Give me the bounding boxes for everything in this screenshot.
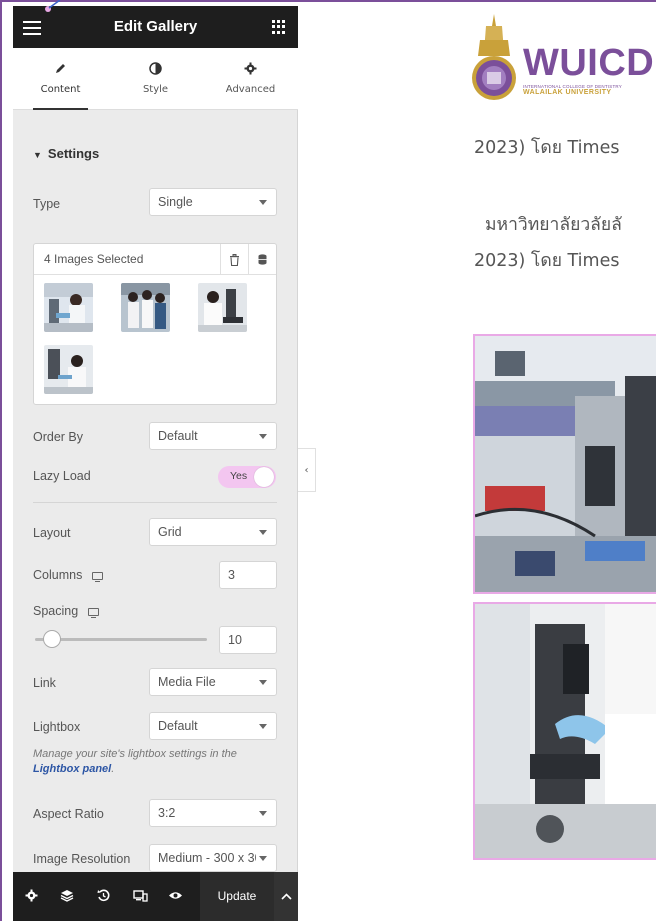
lazy-load-label: Lazy Load: [33, 469, 91, 483]
chevron-down-icon: [259, 200, 267, 205]
editor-tabs: Content Style Advanced: [13, 48, 298, 110]
settings-gear-icon[interactable]: [25, 889, 38, 906]
chevron-down-icon: [259, 530, 267, 535]
chevron-up-icon: [280, 893, 292, 900]
gallery-image-microscope[interactable]: [473, 602, 656, 860]
section-divider: [33, 502, 277, 503]
type-select[interactable]: Single: [149, 188, 277, 216]
image-resolution-label: Image Resolution: [33, 852, 131, 866]
body-text-line-3: 2023) โดย Times: [474, 251, 620, 271]
order-by-label: Order By: [33, 430, 84, 444]
gallery-thumbnail-3[interactable]: [198, 283, 247, 332]
eye-preview-icon[interactable]: [168, 889, 183, 906]
caret-down-icon: ▼: [33, 150, 42, 160]
tab-advanced[interactable]: Advanced: [203, 48, 298, 109]
chevron-down-icon: [259, 434, 267, 439]
section-title: Settings: [47, 146, 100, 161]
update-button[interactable]: Update: [200, 872, 274, 921]
editor-panel: Edit Gallery Content Style Advanced ▼ Set…: [13, 0, 298, 921]
logo-subtitle-university: WALAILAK UNIVERSITY: [523, 89, 612, 96]
aspect-ratio-value: 3:2: [158, 806, 176, 820]
link-label: Link: [33, 676, 56, 690]
aspect-ratio-label: Aspect Ratio: [33, 807, 104, 821]
layers-icon[interactable]: [60, 889, 74, 906]
lightbox-select[interactable]: Default: [149, 712, 277, 740]
type-value: Single: [158, 195, 193, 209]
body-text-line-1: 2023) โดย Times: [474, 138, 620, 158]
wuicd-logo: WUICD INTERNATIONAL COLLEGE OF DENTISTRY…: [468, 12, 656, 107]
gallery-image-lab-equipment[interactable]: [473, 334, 656, 594]
spacing-input[interactable]: 10: [219, 626, 277, 654]
logo-wordmark: WUICD: [523, 42, 655, 84]
lightbox-help-text: Manage your site's lightbox settings in …: [33, 747, 273, 777]
layout-value: Grid: [158, 525, 182, 539]
aspect-ratio-select[interactable]: 3:2: [149, 799, 277, 827]
tab-content-label: Content: [40, 84, 81, 95]
link-select[interactable]: Media File: [149, 668, 277, 696]
settings-content: ▼ Settings Type Single 4 Images Selected: [13, 110, 298, 872]
widgets-grid-icon[interactable]: [272, 20, 286, 34]
image-resolution-value: Medium - 300 x 300: [158, 851, 256, 865]
chevron-down-icon: [259, 811, 267, 816]
spacing-slider-handle[interactable]: [43, 630, 62, 648]
type-label: Type: [33, 197, 61, 211]
gallery-header: 4 Images Selected: [34, 244, 276, 275]
update-options-button[interactable]: [274, 872, 298, 921]
editor-topbar: Edit Gallery: [13, 0, 298, 48]
layout-label: Layout: [33, 526, 71, 540]
gear-icon: [203, 62, 298, 78]
help-text: Manage your site's lightbox settings in …: [33, 748, 237, 760]
spacing-label: Spacing: [33, 604, 79, 618]
link-value: Media File: [158, 675, 216, 689]
editor-footer: Update: [13, 872, 298, 921]
crest-icon: [472, 14, 516, 100]
monitor-icon[interactable]: [88, 607, 100, 619]
lightbox-label: Lightbox: [33, 720, 81, 734]
gallery-picker[interactable]: 4 Images Selected: [33, 243, 277, 405]
lazy-load-toggle[interactable]: Yes: [218, 466, 276, 488]
collapse-panel-button[interactable]: ‹: [298, 448, 316, 492]
panel-title: Edit Gallery: [113, 18, 198, 35]
half-circle-icon: [108, 62, 203, 78]
chevron-down-icon: [259, 856, 267, 861]
database-icon[interactable]: [248, 244, 276, 275]
tab-advanced-label: Advanced: [225, 84, 276, 95]
columns-input[interactable]: 3: [219, 561, 277, 589]
toggle-knob: [254, 467, 274, 487]
chevron-left-icon: ‹: [304, 464, 309, 476]
order-by-select[interactable]: Default: [149, 422, 277, 450]
chevron-down-icon: [259, 680, 267, 685]
section-toggle-settings[interactable]: ▼ Settings: [33, 146, 99, 161]
image-resolution-select[interactable]: Medium - 300 x 300: [149, 844, 277, 872]
tab-style[interactable]: Style: [108, 48, 203, 109]
gallery-thumbnail-4[interactable]: [44, 345, 93, 394]
order-by-value: Default: [158, 429, 198, 443]
columns-label: Columns: [33, 568, 83, 582]
body-text-line-2: มหาวิทยาลัยวลัยลั: [485, 215, 622, 235]
trash-icon[interactable]: [220, 244, 248, 275]
gallery-thumbnail-2[interactable]: [121, 283, 170, 332]
responsive-mode-icon[interactable]: [133, 889, 148, 906]
gallery-thumbnail-1[interactable]: [44, 283, 93, 332]
lightbox-value: Default: [158, 719, 198, 733]
history-icon[interactable]: [97, 889, 110, 906]
images-selected-count: 4 Images Selected: [44, 252, 144, 266]
pencil-icon: [13, 62, 108, 78]
help-text-end: .: [111, 763, 115, 775]
lightbox-panel-link[interactable]: Lightbox panel: [33, 763, 111, 775]
columns-row-label: Columns: [33, 568, 104, 583]
pen-cursor-icon: [45, 0, 61, 12]
monitor-icon[interactable]: [92, 571, 104, 583]
tab-content[interactable]: Content: [13, 48, 108, 110]
layout-select[interactable]: Grid: [149, 518, 277, 546]
spacing-row-label: Spacing: [33, 604, 100, 619]
chevron-down-icon: [259, 724, 267, 729]
lazy-load-value: Yes: [230, 470, 248, 482]
tab-style-label: Style: [142, 84, 169, 95]
